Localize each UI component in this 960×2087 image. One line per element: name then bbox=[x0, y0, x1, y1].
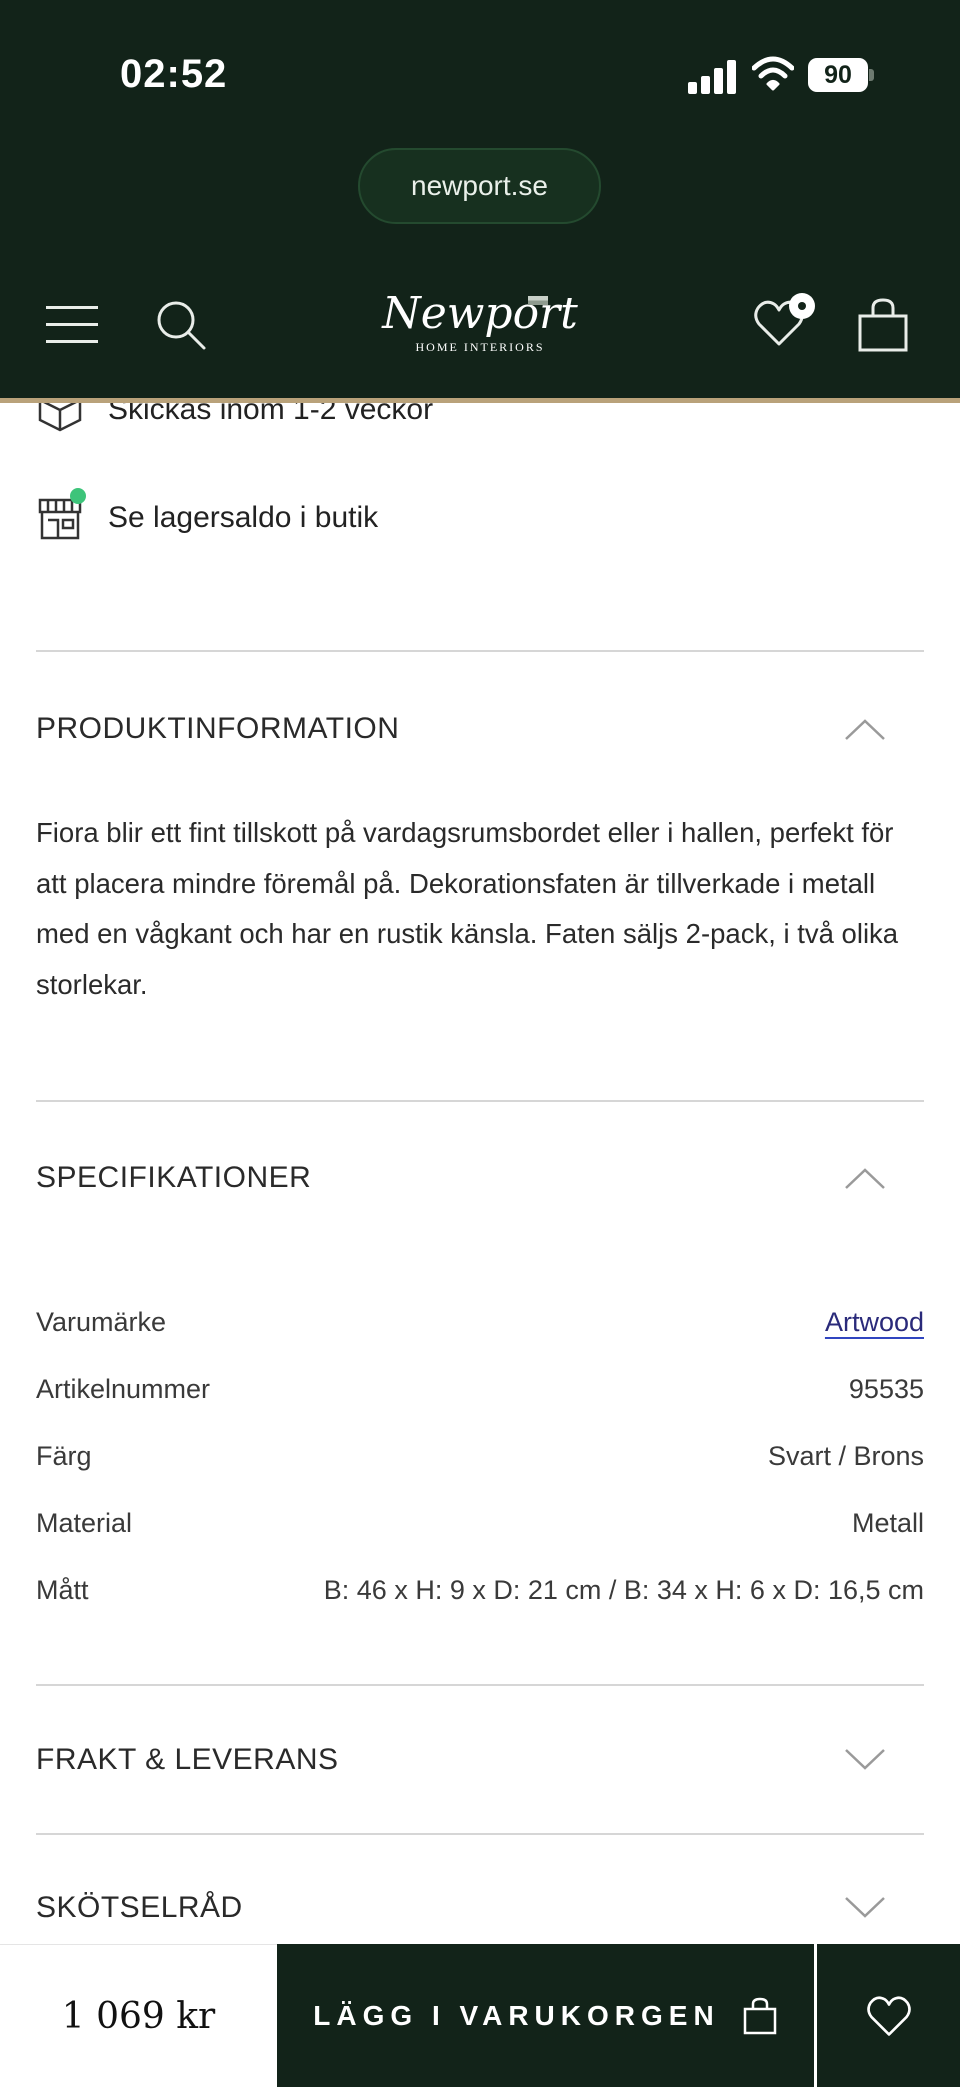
spec-row-color: Färg Svart / Brons bbox=[36, 1441, 924, 1472]
shipping-title: FRAKT & LEVERANS bbox=[36, 1743, 339, 1776]
care-title: SKÖTSELRÅD bbox=[36, 1891, 243, 1924]
description-line: Fiora blir ett fint tillskott på vardags… bbox=[36, 817, 894, 848]
bottom-purchase-bar: 1 069 kr LÄGG I VARUKORGEN bbox=[0, 1944, 960, 2087]
specs-header[interactable]: SPECIFIKATIONER bbox=[36, 1148, 924, 1208]
description-line: med en vågkant och har en rustik känsla.… bbox=[36, 918, 899, 949]
add-to-cart-button[interactable]: LÄGG I VARUKORGEN bbox=[277, 1944, 814, 2087]
logo-script: Newport bbox=[382, 288, 578, 339]
wifi-icon bbox=[752, 56, 794, 91]
spec-label: Varumärke bbox=[36, 1307, 167, 1337]
spec-row-brand: Varumärke Artwood bbox=[36, 1307, 924, 1338]
spec-label: Färg bbox=[36, 1441, 92, 1471]
status-time: 02:52 bbox=[120, 52, 228, 96]
divider bbox=[36, 1684, 924, 1686]
price-box: 1 069 kr bbox=[0, 1944, 277, 2087]
spec-row-material: Material Metall bbox=[36, 1508, 924, 1539]
product-info-title: PRODUKTINFORMATION bbox=[36, 712, 400, 745]
shopping-bag-icon[interactable] bbox=[856, 296, 910, 354]
menu-icon[interactable] bbox=[46, 302, 98, 346]
newport-logo[interactable]: Newport HOME INTERIORS bbox=[380, 290, 580, 360]
spec-value: B: 46 x H: 9 x D: 21 cm / B: 34 x H: 6 x… bbox=[323, 1575, 924, 1605]
logo-subtitle: HOME INTERIORS bbox=[415, 340, 545, 354]
product-info-header[interactable]: PRODUKTINFORMATION bbox=[36, 699, 924, 759]
store-icon bbox=[36, 488, 86, 542]
spec-row-dimensions: Mått B: 46 x H: 9 x D: 21 cm / B: 34 x H… bbox=[36, 1575, 924, 1606]
chevron-up-icon bbox=[845, 1168, 885, 1189]
add-to-cart-label: LÄGG I VARUKORGEN bbox=[313, 1999, 720, 2031]
divider bbox=[36, 1833, 924, 1835]
url-text: newport.se bbox=[411, 170, 548, 201]
shipping-header[interactable]: FRAKT & LEVERANS bbox=[36, 1730, 924, 1790]
url-bar[interactable]: newport.se bbox=[358, 148, 601, 224]
product-description: Fiora blir ett fint tillskott på vardags… bbox=[36, 808, 926, 1010]
stock-status-dot bbox=[70, 488, 86, 504]
add-to-wishlist-button[interactable] bbox=[817, 1944, 960, 2087]
shopping-bag-icon bbox=[743, 1997, 776, 2034]
description-line: storlekar. bbox=[36, 968, 148, 1000]
specs-title: SPECIFIKATIONER bbox=[36, 1161, 312, 1194]
spec-row-article-number: Artikelnummer 95535 bbox=[36, 1374, 924, 1405]
header-gold-border bbox=[0, 398, 960, 403]
wishlist-badge bbox=[789, 293, 815, 319]
battery-level: 90 bbox=[824, 61, 852, 89]
spec-value: Svart / Brons bbox=[767, 1441, 924, 1471]
heart-icon bbox=[866, 1995, 911, 2036]
search-icon[interactable] bbox=[154, 298, 208, 352]
spec-label: Mått bbox=[36, 1575, 89, 1605]
divider bbox=[36, 1100, 924, 1102]
spec-label: Material bbox=[36, 1508, 133, 1538]
site-header: 02:52 90 newport.se Newport HOME INTERIO… bbox=[0, 0, 960, 400]
care-header[interactable]: SKÖTSELRÅD bbox=[36, 1878, 924, 1938]
spec-value: 95535 bbox=[848, 1374, 924, 1404]
brand-link[interactable]: Artwood bbox=[825, 1307, 924, 1338]
store-stock-link[interactable]: Se lagersaldo i butik bbox=[108, 501, 378, 535]
chevron-down-icon bbox=[845, 1749, 885, 1770]
product-price: 1 069 kr bbox=[61, 1995, 216, 2037]
store-stock-row[interactable]: Se lagersaldo i butik bbox=[36, 488, 378, 542]
battery-icon: 90 bbox=[808, 58, 874, 92]
description-line: att placera mindre föremål på. Dekoratio… bbox=[36, 867, 876, 899]
divider bbox=[36, 650, 924, 652]
spec-label: Artikelnummer bbox=[36, 1374, 211, 1404]
chevron-down-icon bbox=[845, 1897, 885, 1918]
flag-icon bbox=[528, 296, 548, 305]
spec-value: Metall bbox=[851, 1508, 924, 1538]
chevron-up-icon bbox=[845, 719, 885, 740]
cellular-signal-icon bbox=[688, 58, 736, 94]
